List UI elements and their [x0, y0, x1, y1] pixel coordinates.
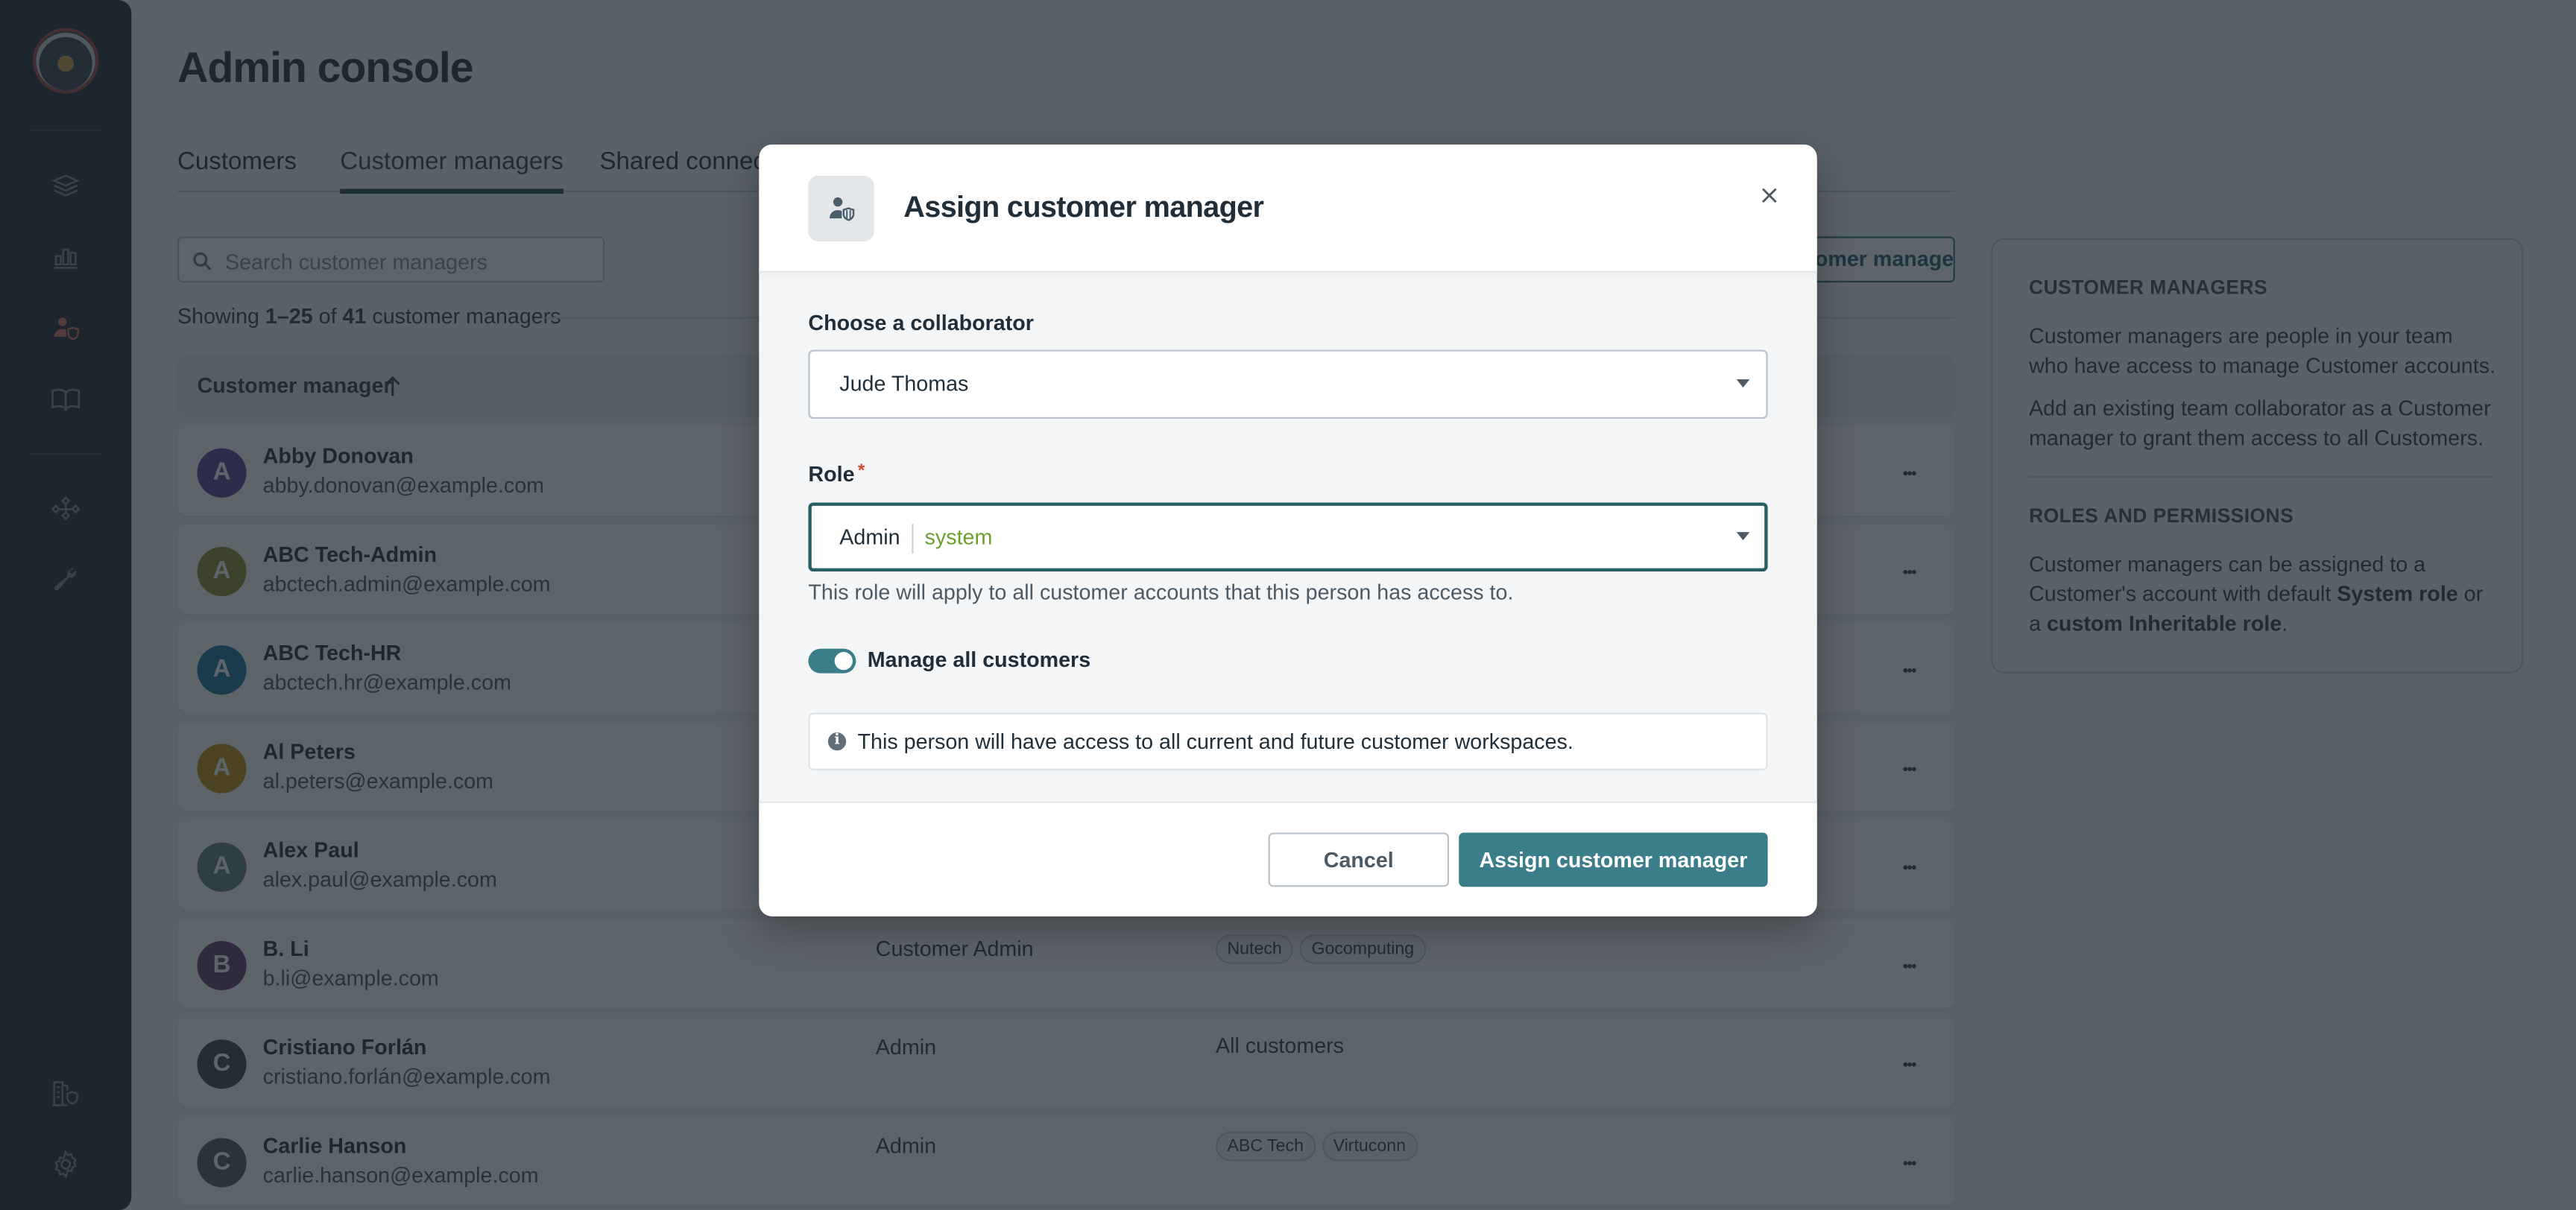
cancel-button[interactable]: Cancel	[1268, 832, 1450, 887]
info-icon: i	[827, 732, 847, 751]
close-icon	[1758, 184, 1781, 207]
close-button[interactable]	[1758, 184, 1781, 207]
manage-all-customers-label: Manage all customers	[867, 647, 1091, 672]
manage-all-customers-toggle[interactable]	[808, 648, 856, 674]
role-label: Role *	[808, 461, 865, 486]
collaborator-select[interactable]: Jude Thomas	[808, 349, 1768, 419]
chevron-down-icon	[1736, 379, 1750, 388]
dialog-footer: Cancel Assign customer manager	[759, 801, 1817, 916]
info-notice: i This person will have access to all cu…	[808, 712, 1768, 770]
chevron-down-icon	[1736, 532, 1750, 541]
role-selected-value: Admin system	[839, 524, 992, 554]
dialog-title: Assign customer manager	[903, 190, 1264, 224]
collaborator-selected-value: Jude Thomas	[839, 371, 969, 396]
role-type-tag: system	[924, 525, 993, 550]
collaborator-label: Choose a collaborator	[808, 310, 1034, 335]
info-notice-text: This person will have access to all curr…	[857, 729, 1573, 754]
role-select[interactable]: Admin system	[808, 502, 1768, 572]
role-name: Admin	[839, 525, 900, 550]
app-window: Admin console Customers Customer manager…	[0, 0, 2576, 1210]
toggle-knob	[834, 652, 853, 671]
dialog-header: Assign customer manager	[759, 144, 1817, 273]
required-indicator: *	[857, 461, 865, 481]
user-shield-icon	[808, 175, 874, 242]
divider	[911, 524, 914, 554]
role-label-text: Role	[808, 461, 855, 487]
assign-customer-manager-submit-button[interactable]: Assign customer manager	[1459, 832, 1768, 887]
role-help-text: This role will apply to all customer acc…	[808, 580, 1514, 605]
assign-customer-manager-dialog: Assign customer manager Choose a collabo…	[759, 144, 1817, 916]
